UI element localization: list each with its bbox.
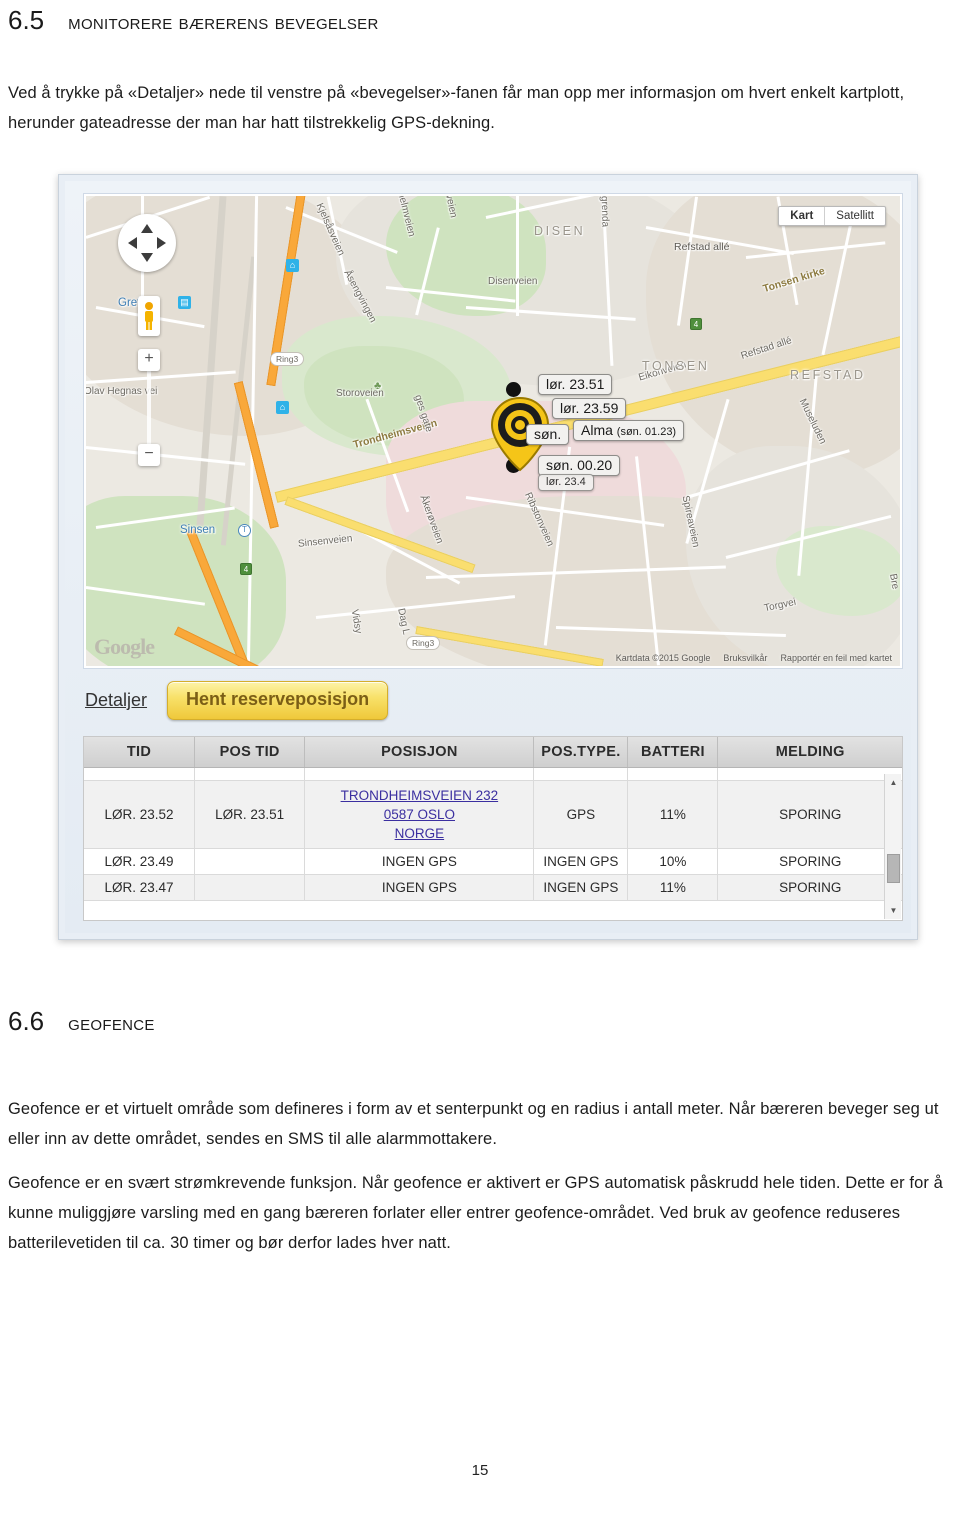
- map-panel: Kjelsåsveien Åsengvingen Disenveien gren…: [83, 193, 903, 669]
- route-shield: 4: [240, 563, 252, 575]
- section-title: Geofence: [68, 1012, 155, 1035]
- map-street-label: grenda: [598, 196, 611, 228]
- transit-icon: ⌂: [276, 401, 289, 414]
- section-number: 6.5: [8, 5, 45, 35]
- fetch-reserve-position-button[interactable]: Hent reserveposisjon: [167, 681, 389, 720]
- cell-melding: SPORING: [717, 874, 902, 901]
- route-badge: Ring3: [406, 636, 441, 650]
- map-area-label: DISEN: [534, 224, 586, 238]
- park-icon: ♣: [374, 380, 382, 392]
- geofence-paragraph-2: Geofence er en svært strømkrevende funks…: [8, 1174, 943, 1252]
- tooltip-time: (søn. 01.23): [616, 426, 677, 438]
- screenshot-canvas: Kjelsåsveien Åsengvingen Disenveien gren…: [65, 181, 911, 933]
- map-area-label: TONSEN: [642, 359, 710, 373]
- positions-table: TID POS TID POSISJON POS.TYPE. BATTERI M…: [84, 737, 902, 901]
- zoom-in-button[interactable]: +: [138, 349, 160, 371]
- section-title: Monitorere bærerens bevegelser: [68, 11, 379, 34]
- table-scrollbar[interactable]: ▲ ▼: [884, 774, 901, 919]
- route-badge: Ring3: [270, 352, 305, 366]
- details-toolbar: Detaljer Hent reserveposisjon: [85, 681, 389, 720]
- cell-batteri: 11%: [627, 780, 719, 849]
- table-row[interactable]: LØR. 23.49 INGEN GPS INGEN GPS 10% SPORI…: [84, 848, 902, 875]
- cell-posisjon: INGEN GPS: [304, 874, 535, 901]
- google-logo: Google: [94, 634, 155, 659]
- map-pan-control[interactable]: [118, 214, 176, 272]
- transit-icon: ⌂: [286, 259, 299, 272]
- cell-posisjon: INGEN GPS: [304, 848, 535, 875]
- address-link-line[interactable]: NORGE: [307, 824, 531, 843]
- intro-paragraph: Ved å trykke på «Detaljer» nede til vens…: [8, 84, 905, 132]
- map-street-label: Disenveien: [488, 276, 538, 287]
- map-plot-dot[interactable]: [506, 382, 521, 397]
- report-error-link[interactable]: Rapportér en feil med kartet: [780, 653, 892, 663]
- cell-melding: SPORING: [717, 780, 902, 849]
- cell-melding: SPORING: [717, 848, 902, 875]
- table-row[interactable]: LØR. 23.47 INGEN GPS INGEN GPS 11% SPORI…: [84, 874, 902, 901]
- cell-pos-type: INGEN GPS: [533, 848, 629, 875]
- cell-pos-type: INGEN GPS: [533, 874, 629, 901]
- column-header-melding[interactable]: MELDING: [717, 737, 902, 768]
- cell-batteri: 11%: [627, 874, 719, 901]
- map-station-label: Sinsen: [180, 524, 216, 536]
- map-street-label: Sinsenveien: [297, 533, 353, 550]
- column-header-pos-type[interactable]: POS.TYPE.: [533, 737, 629, 768]
- train-station-icon: ▤: [178, 296, 191, 309]
- metro-station-icon: T: [238, 524, 251, 537]
- address-link-line[interactable]: 0587 OSLO: [307, 805, 531, 824]
- section-heading-6-5: 6.5 Monitorere bærerens bevegelser: [8, 5, 379, 36]
- map-type-satellitt[interactable]: Satellitt: [825, 207, 885, 225]
- map-tooltip[interactable]: lør. 23.4: [538, 474, 594, 491]
- tooltip-name: Alma: [581, 422, 613, 438]
- attribution-copyright: Kartdata ©2015 Google: [615, 653, 711, 663]
- scrollbar-thumb[interactable]: [887, 854, 900, 883]
- map-tooltip-alma[interactable]: Alma (søn. 01.23): [573, 420, 685, 441]
- address-link-line[interactable]: TRONDHEIMSVEIEN 232: [307, 786, 531, 805]
- cell-posisjon: TRONDHEIMSVEIEN 232 0587 OSLO NORGE: [304, 780, 535, 849]
- cell-pos-tid: [194, 874, 306, 901]
- route-shield: 4: [690, 318, 702, 330]
- geofence-paragraph-1: Geofence er et virtuelt område som defin…: [8, 1100, 939, 1148]
- scroll-up-icon[interactable]: ▲: [885, 774, 902, 791]
- details-link[interactable]: Detaljer: [85, 690, 147, 711]
- section-number: 6.6: [8, 1006, 45, 1036]
- table-row[interactable]: LØR. 23.52 LØR. 23.51 TRONDHEIMSVEIEN 23…: [84, 780, 902, 849]
- section-heading-6-6: 6.6 Geofence: [8, 1006, 155, 1037]
- table-header-row: TID POS TID POSISJON POS.TYPE. BATTERI M…: [84, 737, 902, 768]
- map-street-label: Bre: [887, 572, 900, 591]
- zoom-out-button[interactable]: −: [138, 444, 160, 466]
- cell-tid: LØR. 23.49: [84, 848, 195, 875]
- map-type-switch[interactable]: Kart Satellitt: [778, 206, 886, 226]
- map-area-label: REFSTAD: [790, 368, 866, 382]
- document-page: 6.5 Monitorere bærerens bevegelser Ved å…: [0, 0, 960, 1524]
- map-tooltip[interactable]: lør. 23.59: [552, 398, 627, 419]
- zoom-slider-rail[interactable]: [147, 371, 151, 444]
- map-tooltip[interactable]: lør. 23.51: [538, 374, 613, 395]
- application-screenshot: Kjelsåsveien Åsengvingen Disenveien gren…: [58, 174, 918, 940]
- map-tooltip[interactable]: søn.: [526, 424, 570, 445]
- cell-tid: LØR. 23.52: [84, 780, 195, 849]
- scroll-down-icon[interactable]: ▼: [885, 902, 902, 919]
- street-view-pegman[interactable]: [138, 296, 160, 336]
- cell-pos-tid: [194, 848, 306, 875]
- column-header-posisjon[interactable]: POSISJON: [304, 737, 535, 768]
- map-poi-label: Refstad allé: [674, 241, 730, 253]
- map-attribution: Kartdata ©2015 Google Bruksvilkår Rappor…: [616, 653, 892, 663]
- cell-tid: LØR. 23.47: [84, 874, 195, 901]
- map-tooltip[interactable]: søn. 00.20: [538, 455, 621, 476]
- google-map[interactable]: Kjelsåsveien Åsengvingen Disenveien gren…: [86, 196, 900, 666]
- cell-pos-tid: LØR. 23.51: [194, 780, 306, 849]
- column-header-tid[interactable]: TID: [84, 737, 195, 768]
- column-header-pos-tid[interactable]: POS TID: [194, 737, 306, 768]
- column-header-batteri[interactable]: BATTERI: [627, 737, 719, 768]
- map-type-kart[interactable]: Kart: [779, 207, 826, 225]
- table-row-partial: [84, 767, 902, 781]
- cell-pos-type: GPS: [533, 780, 629, 849]
- cell-batteri: 10%: [627, 848, 719, 875]
- page-number: 15: [471, 1462, 489, 1479]
- positions-table-container: TID POS TID POSISJON POS.TYPE. BATTERI M…: [83, 736, 903, 921]
- terms-link[interactable]: Bruksvilkår: [723, 653, 767, 663]
